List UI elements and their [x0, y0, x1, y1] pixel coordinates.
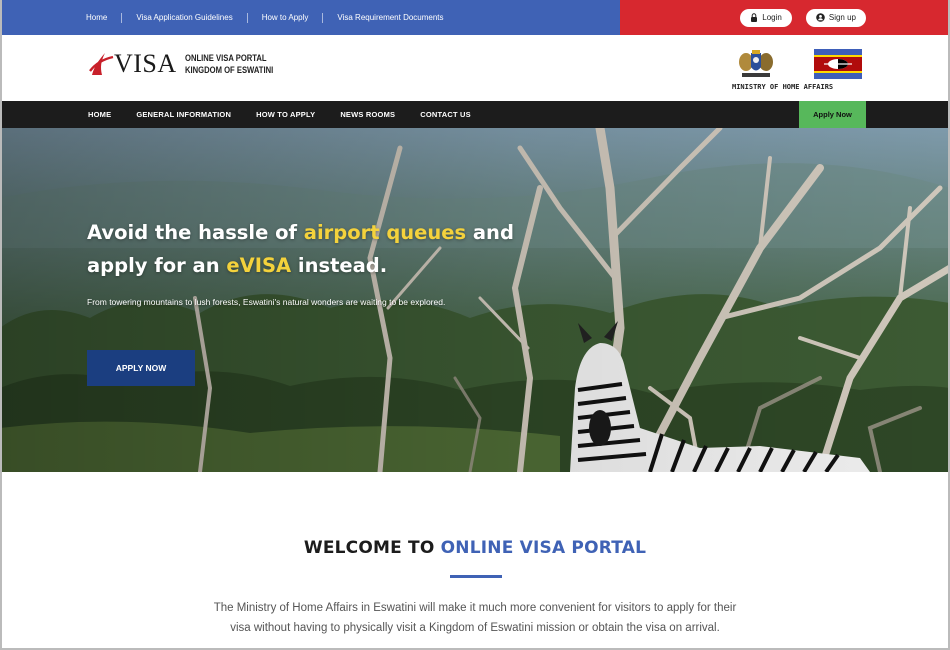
ministry-branding: MINISTRY OF HOME AFFAIRS [732, 47, 866, 95]
site-header: VISA ONLINE VISA PORTAL KINGDOM OF ESWAT… [0, 35, 950, 101]
welcome-body-text: The Ministry of Home Affairs in Eswatini… [213, 602, 737, 634]
ministry-label: MINISTRY OF HOME AFFAIRS [732, 83, 834, 91]
account-actions: Login Sign up [620, 0, 950, 35]
welcome-heading-highlight: ONLINE VISA PORTAL [440, 538, 647, 558]
evisa-swoosh-icon [89, 53, 114, 75]
nav-item-home[interactable]: HOME [88, 110, 111, 119]
nav-item-general-information[interactable]: GENERAL INFORMATION [136, 110, 231, 119]
hero-apply-now-button[interactable]: APPLY NOW [87, 350, 195, 386]
coat-of-arms-icon [739, 50, 773, 77]
signup-label: Sign up [828, 13, 856, 22]
top-link-visa-guidelines[interactable]: Visa Application Guidelines [122, 13, 246, 22]
top-links: Home Visa Application Guidelines How to … [0, 0, 620, 35]
top-link-home[interactable]: Home [86, 13, 121, 22]
evisa-wordmark: VISA [88, 49, 177, 79]
hero-headline-part: Avoid the hassle of [87, 221, 304, 244]
hero-banner: Avoid the hassle of airport queues and a… [0, 128, 950, 472]
logo-main-text: VISA [114, 49, 177, 78]
welcome-heading-part: WELCOME TO [303, 538, 441, 558]
welcome-heading-underline [450, 575, 502, 578]
hero-headline-highlight-queues: airport queues [303, 221, 467, 244]
hero-headline-highlight-evisa: eVISA [226, 254, 292, 277]
lock-icon [751, 13, 758, 22]
top-link-requirement-documents[interactable]: Visa Requirement Documents [323, 13, 457, 22]
hero-headline-part: instead. [291, 254, 388, 277]
hero-headline: Avoid the hassle of airport queues and a… [87, 216, 527, 282]
logo-subtitle: ONLINE VISA PORTAL KINGDOM OF ESWATINI [185, 52, 289, 76]
hero-subtitle: From towering mountains to lush forests,… [87, 297, 446, 307]
user-icon [816, 13, 825, 22]
login-label: Login [762, 13, 782, 22]
evisa-logo[interactable]: VISA ONLINE VISA PORTAL KINGDOM OF ESWAT… [88, 49, 289, 79]
logo-line-kingdom: KINGDOM OF ESWATINI [184, 65, 273, 75]
logo-line-portal: ONLINE VISA PORTAL [184, 53, 267, 63]
top-link-how-to-apply[interactable]: How to Apply [248, 13, 323, 22]
signup-button[interactable]: Sign up [805, 8, 866, 27]
nav-item-contact-us[interactable]: CONTACT US [420, 110, 471, 119]
apply-now-nav-button[interactable]: Apply Now [799, 101, 866, 128]
nav-item-how-to-apply[interactable]: HOW TO APPLY [256, 110, 315, 119]
eswatini-flag-icon [814, 49, 862, 79]
login-button[interactable]: Login [740, 8, 792, 27]
welcome-heading: WELCOME TO ONLINE VISA PORTAL [0, 538, 950, 558]
top-utility-bar: Home Visa Application Guidelines How to … [0, 0, 950, 35]
nav-item-news-rooms[interactable]: NEWS ROOMS [340, 110, 395, 119]
